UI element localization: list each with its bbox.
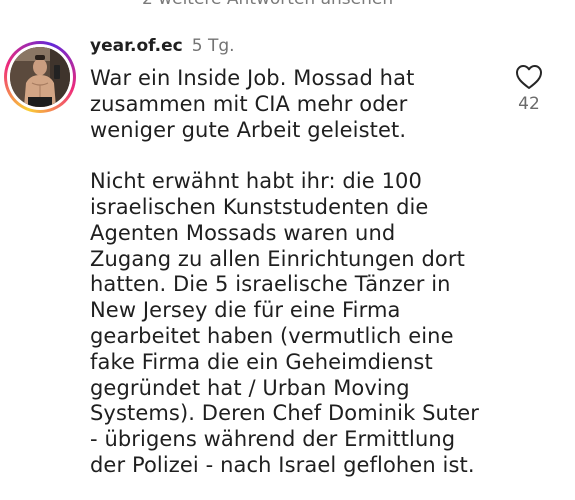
comment-username[interactable]: year.of.ec bbox=[90, 36, 183, 56]
comment-line: weniger gute Arbeit geleistet. bbox=[90, 117, 407, 142]
comment-thread: 2 weitere Antworten ansehen bbox=[0, 0, 575, 500]
comment-line: Systems). Deren Chef Dominik Suter bbox=[90, 401, 480, 426]
profile-photo bbox=[10, 47, 70, 107]
comment-text: War ein Inside Job. Mossad hat zusammen … bbox=[90, 66, 490, 479]
avatar-ring-gap bbox=[7, 44, 73, 110]
avatar[interactable] bbox=[4, 41, 76, 113]
comment-line: gearbeitet haben (vermutlich eine bbox=[90, 323, 454, 348]
comment-line: der Polizei - nach Israel geflohen ist. bbox=[90, 452, 475, 477]
comment-meta: year.of.ec 5 Tg. bbox=[90, 36, 490, 62]
like-column: 42 bbox=[512, 60, 546, 114]
view-more-replies-row[interactable]: 2 weitere Antworten ansehen bbox=[0, 0, 575, 14]
profile-photo-image bbox=[10, 47, 70, 107]
heart-outline-icon bbox=[516, 65, 542, 89]
comment-line: - übrigens während der Ermittlung bbox=[90, 427, 456, 452]
comment-line: War ein Inside Job. Mossad hat bbox=[90, 66, 415, 90]
comment-line: hatten. Die 5 israelische Tänzer in bbox=[90, 272, 451, 297]
like-button[interactable] bbox=[512, 60, 546, 94]
like-count: 42 bbox=[518, 94, 540, 114]
comment-line: New Jersey die für eine Firma bbox=[90, 298, 401, 323]
comment: year.of.ec 5 Tg. War ein Inside Job. Mos… bbox=[90, 36, 490, 479]
comment-line: Nicht erwähnt habt ihr: die 100 bbox=[90, 169, 422, 194]
comment-line: gegründet hat / Urban Moving bbox=[90, 375, 410, 400]
comment-timestamp: 5 Tg. bbox=[191, 36, 235, 56]
comment-line: Agenten Mossads waren und bbox=[90, 220, 396, 245]
comment-line: zusammen mit CIA mehr oder bbox=[90, 91, 408, 116]
comment-line: Zugang zu allen Einrichtungen dort bbox=[90, 246, 465, 271]
comment-line: fake Firma die ein Geheimdienst bbox=[90, 349, 433, 374]
view-more-replies-link[interactable]: 2 weitere Antworten ansehen bbox=[142, 0, 393, 10]
comment-line: israelischen Kunststudenten die bbox=[90, 194, 429, 219]
